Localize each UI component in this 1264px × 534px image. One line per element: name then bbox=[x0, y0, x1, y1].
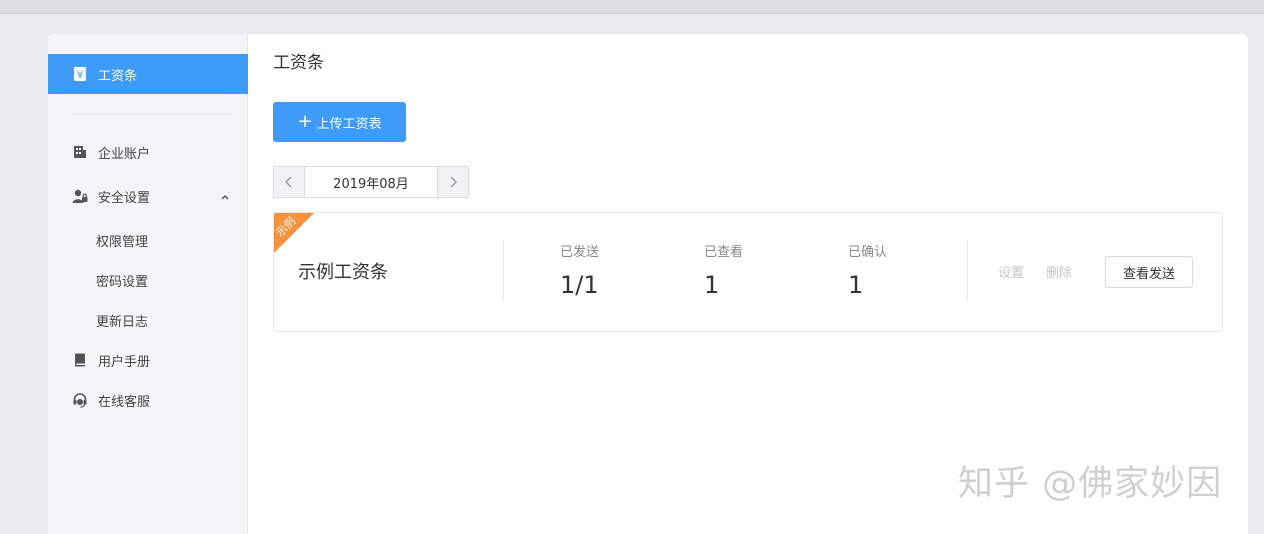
divider bbox=[503, 241, 504, 301]
sidebar-item-password[interactable]: 密码设置 bbox=[48, 268, 248, 292]
stat-value-confirmed: 1 bbox=[848, 271, 864, 299]
watermark: 知乎 @佛家妙因 bbox=[958, 464, 1223, 504]
sidebar-item-label: 企业账户 bbox=[98, 146, 151, 162]
sidebar-item-permissions[interactable]: 权限管理 bbox=[48, 228, 248, 252]
sidebar-item-label: 在线客服 bbox=[98, 394, 151, 410]
sidebar-item-label: 密码设置 bbox=[96, 274, 149, 290]
stat-value-viewed: 1 bbox=[704, 271, 720, 299]
settings-link[interactable]: 设置 bbox=[998, 262, 1024, 281]
chevron-up-icon[interactable] bbox=[220, 191, 230, 201]
sidebar-item-user-manual[interactable]: 用户手册 bbox=[48, 348, 248, 372]
stat-label-sent: 已发送 bbox=[560, 245, 600, 260]
sidebar-item-label: 权限管理 bbox=[96, 234, 149, 250]
chevron-right-icon bbox=[450, 176, 457, 188]
next-month-button[interactable] bbox=[437, 167, 468, 197]
building-icon bbox=[72, 144, 88, 160]
sidebar-item-label: 用户手册 bbox=[98, 354, 151, 370]
payslip-icon: ¥ bbox=[72, 66, 88, 82]
month-picker: 2019年08月 bbox=[273, 166, 469, 198]
user-lock-icon bbox=[72, 188, 88, 204]
payslip-name: 示例工资条 bbox=[298, 262, 388, 283]
page-title: 工资条 bbox=[273, 53, 324, 73]
sidebar-divider bbox=[72, 114, 232, 115]
chevron-left-icon bbox=[285, 176, 292, 188]
upload-button-label: 上传工资表 bbox=[316, 116, 382, 132]
sidebar-item-label: 安全设置 bbox=[98, 190, 151, 206]
prev-month-button[interactable] bbox=[274, 167, 305, 197]
divider bbox=[967, 241, 968, 301]
stat-value-sent: 1/1 bbox=[560, 271, 599, 299]
stat-label-confirmed: 已确认 bbox=[848, 245, 888, 260]
sidebar-item-company-account[interactable]: 企业账户 bbox=[48, 140, 248, 164]
svg-text:¥: ¥ bbox=[77, 70, 83, 81]
book-icon bbox=[72, 352, 88, 368]
sidebar-item-changelog[interactable]: 更新日志 bbox=[48, 308, 248, 332]
sidebar-item-payslip[interactable]: ¥ 工资条 bbox=[48, 54, 248, 94]
sidebar-item-label: 更新日志 bbox=[96, 314, 149, 330]
sidebar-item-security-settings[interactable]: 安全设置 bbox=[48, 184, 248, 208]
sidebar: ¥ 工资条 企业账户 安全设置 权限管理 密码设置 更新日志 用户手册 在线客服 bbox=[48, 34, 248, 534]
headset-icon bbox=[72, 392, 88, 408]
view-send-button[interactable]: 查看发送 bbox=[1105, 256, 1193, 288]
upload-payroll-button[interactable]: + 上传工资表 bbox=[273, 102, 406, 142]
plus-icon: + bbox=[297, 111, 313, 132]
sidebar-item-online-service[interactable]: 在线客服 bbox=[48, 388, 248, 412]
example-ribbon: 示例 bbox=[274, 213, 314, 253]
payslip-card: 示例 示例工资条 已发送 1/1 已查看 1 已确认 1 设置 删除 查看发送 bbox=[273, 212, 1223, 332]
month-value[interactable]: 2019年08月 bbox=[305, 167, 437, 197]
stat-label-viewed: 已查看 bbox=[704, 245, 744, 260]
browser-top-bar bbox=[0, 0, 1264, 14]
sidebar-item-label: 工资条 bbox=[98, 68, 138, 84]
delete-link[interactable]: 删除 bbox=[1046, 262, 1072, 281]
